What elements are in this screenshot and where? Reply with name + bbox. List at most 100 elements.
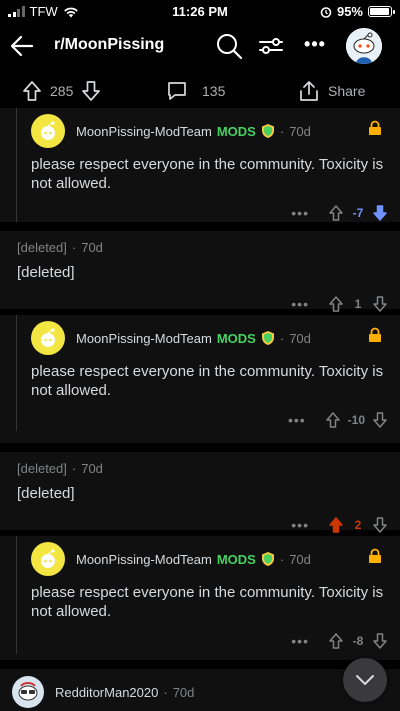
upvote-arrow-icon[interactable] xyxy=(325,411,341,429)
snoo-icon xyxy=(41,328,55,347)
more-options-icon[interactable]: ••• xyxy=(291,205,309,221)
lock-icon xyxy=(369,327,381,342)
post-vote-group: 285 xyxy=(22,80,101,102)
battery-fill xyxy=(370,8,389,15)
more-options-icon[interactable]: ••• xyxy=(291,633,309,649)
downvote-arrow-icon[interactable] xyxy=(372,204,388,222)
share-label: Share xyxy=(328,83,366,99)
comment-header: [deleted] · 70d xyxy=(17,234,400,260)
comment-author[interactable]: MoonPissing-ModTeam xyxy=(76,331,212,346)
comment-separator: · xyxy=(279,330,285,346)
comment-header: MoonPissing-ModTeam MODS · 70d xyxy=(31,114,400,148)
mods-badge: MODS xyxy=(216,123,256,139)
downvote-arrow-icon[interactable] xyxy=(372,516,388,534)
lock-icon xyxy=(369,120,381,135)
more-options-icon[interactable]: ••• xyxy=(291,296,309,312)
downvote-arrow-icon[interactable] xyxy=(372,295,388,313)
downvote-arrow-icon[interactable] xyxy=(372,411,388,429)
subreddit-title[interactable]: r/MoonPissing xyxy=(54,36,164,54)
status-bar: TFW 11:26 PM 95% xyxy=(0,0,400,22)
comment-separator: · xyxy=(279,123,285,139)
jump-to-next-comment-button[interactable] xyxy=(343,658,387,702)
comment-body: please respect everyone in the community… xyxy=(31,584,384,620)
downvote-arrow-icon[interactable] xyxy=(81,80,101,102)
snoo-icon xyxy=(41,549,55,568)
user-avatar[interactable] xyxy=(12,676,44,708)
chevron-down-icon xyxy=(356,675,374,685)
comment: [deleted] · 70d [deleted] ••• 2 xyxy=(0,452,400,533)
comment-header: MoonPissing-ModTeam MODS · 70d xyxy=(31,321,400,355)
comment-author[interactable]: RedditorMan2020 xyxy=(55,685,158,700)
snoo-avatar-icon xyxy=(346,28,382,64)
upvote-arrow-icon[interactable] xyxy=(328,632,344,650)
more-options-icon[interactable]: ••• xyxy=(288,412,306,428)
comment-author: [deleted] xyxy=(17,460,67,476)
comment: MoonPissing-ModTeam MODS · 70d please re… xyxy=(0,315,400,443)
comment-age: 70d xyxy=(289,551,311,567)
comment: [deleted] · 70d [deleted] ••• 1 xyxy=(0,231,400,312)
status-right: 95% xyxy=(320,4,395,19)
mod-shield-icon xyxy=(261,124,274,138)
comment: MoonPissing-ModTeam MODS · 70d please re… xyxy=(0,536,400,660)
downvote-arrow-icon[interactable] xyxy=(372,632,388,650)
comment-actions: ••• -10 xyxy=(31,407,400,433)
comment-separator: · xyxy=(71,239,77,255)
snoo-icon xyxy=(41,121,55,140)
upvote-arrow-icon[interactable] xyxy=(328,516,344,534)
share-button[interactable]: Share xyxy=(298,80,365,102)
comment-actions: ••• -7 xyxy=(31,200,400,226)
sort-filter-icon[interactable] xyxy=(258,34,284,58)
comment-score: -10 xyxy=(347,413,365,427)
alarm-icon xyxy=(320,6,332,18)
battery-percent: 95% xyxy=(336,4,363,19)
comment: RedditorMan2020 · 70d xyxy=(0,669,400,711)
comment-age: 70d xyxy=(289,123,311,139)
comment-header: RedditorMan2020 · 70d xyxy=(12,675,400,709)
upvote-arrow-icon[interactable] xyxy=(328,204,344,222)
comment-body: [deleted] xyxy=(17,485,75,502)
back-arrow-icon[interactable] xyxy=(8,32,36,60)
user-avatar[interactable] xyxy=(346,28,382,64)
post-comment-count: 135 xyxy=(202,83,226,99)
mod-avatar[interactable] xyxy=(31,114,65,148)
comment-actions: ••• 1 xyxy=(17,291,400,317)
mods-badge: MODS xyxy=(216,551,256,567)
comment-author[interactable]: MoonPissing-ModTeam xyxy=(76,552,212,567)
comment-body: please respect everyone in the community… xyxy=(31,156,384,192)
comment-score: 1 xyxy=(354,297,362,311)
upvote-arrow-icon[interactable] xyxy=(328,295,344,313)
comment-separator: · xyxy=(71,460,77,476)
comment-body: [deleted] xyxy=(17,264,75,281)
comment-bubble-icon xyxy=(168,82,186,100)
more-options-icon[interactable]: ••• xyxy=(303,32,327,58)
comment-body: please respect everyone in the community… xyxy=(31,363,384,399)
top-nav: r/MoonPissing ••• xyxy=(0,22,400,70)
lock-icon xyxy=(369,548,381,563)
comment-author: [deleted] xyxy=(17,239,67,255)
upvote-arrow-icon[interactable] xyxy=(22,80,42,102)
mod-avatar[interactable] xyxy=(31,542,65,576)
comment-age: 70d xyxy=(172,684,195,700)
comment-score: 2 xyxy=(354,518,362,532)
comment-separator: · xyxy=(279,551,285,567)
mods-badge: MODS xyxy=(216,330,256,346)
comment-score: -8 xyxy=(352,634,364,648)
comment-score: -7 xyxy=(352,206,364,220)
comment-actions: ••• 2 xyxy=(17,512,400,538)
comment-author[interactable]: MoonPissing-ModTeam xyxy=(76,124,212,139)
comment-separator: · xyxy=(163,684,168,700)
post-action-bar: 285 135 Share xyxy=(0,72,400,108)
share-icon xyxy=(300,81,318,101)
mod-shield-icon xyxy=(261,331,274,345)
comment: MoonPissing-ModTeam MODS · 70d please re… xyxy=(0,108,400,222)
comment-age: 70d xyxy=(81,239,103,255)
post-upvote-count: 285 xyxy=(50,83,74,99)
comment-age: 70d xyxy=(81,460,103,476)
post-comments-button[interactable]: 135 xyxy=(166,80,225,102)
mod-avatar[interactable] xyxy=(31,321,65,355)
more-options-icon[interactable]: ••• xyxy=(291,517,309,533)
search-icon[interactable] xyxy=(215,32,243,60)
comment-actions: ••• -8 xyxy=(31,628,400,654)
mod-shield-icon xyxy=(261,552,274,566)
comment-thread: MoonPissing-ModTeam MODS · 70d please re… xyxy=(0,108,400,711)
